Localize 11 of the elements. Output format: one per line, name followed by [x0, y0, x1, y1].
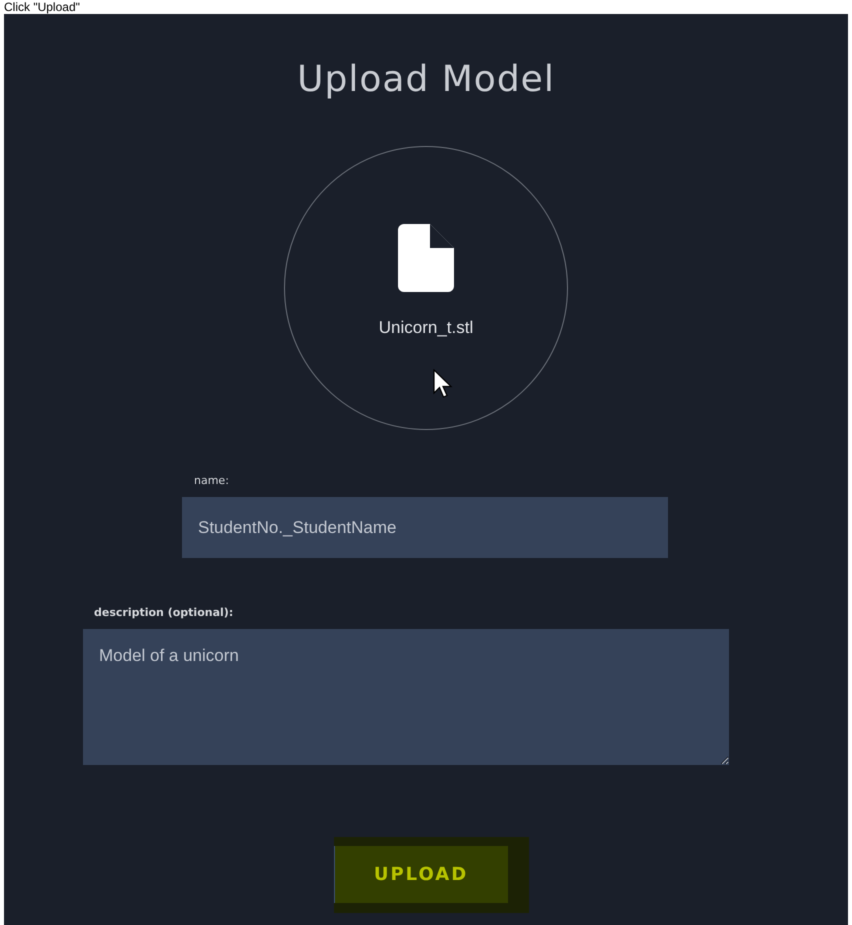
file-icon: [398, 224, 454, 292]
field-label: name:: [194, 474, 230, 487]
file-drop-zone[interactable]: Unicorn_t.stl: [284, 146, 568, 430]
upload-button[interactable]: UPLOAD: [334, 846, 508, 903]
mouse-pointer-icon: [433, 369, 453, 399]
field-label: description (optional):: [94, 606, 234, 619]
file-name: Unicorn_t.stl: [378, 318, 474, 338]
description-field[interactable]: Model of a unicorn: [83, 629, 729, 765]
caption-text: Click "Upload": [3, 0, 81, 14]
name-field[interactable]: StudentNo._StudentName: [182, 497, 668, 558]
page-title: Upload Model: [297, 58, 555, 102]
